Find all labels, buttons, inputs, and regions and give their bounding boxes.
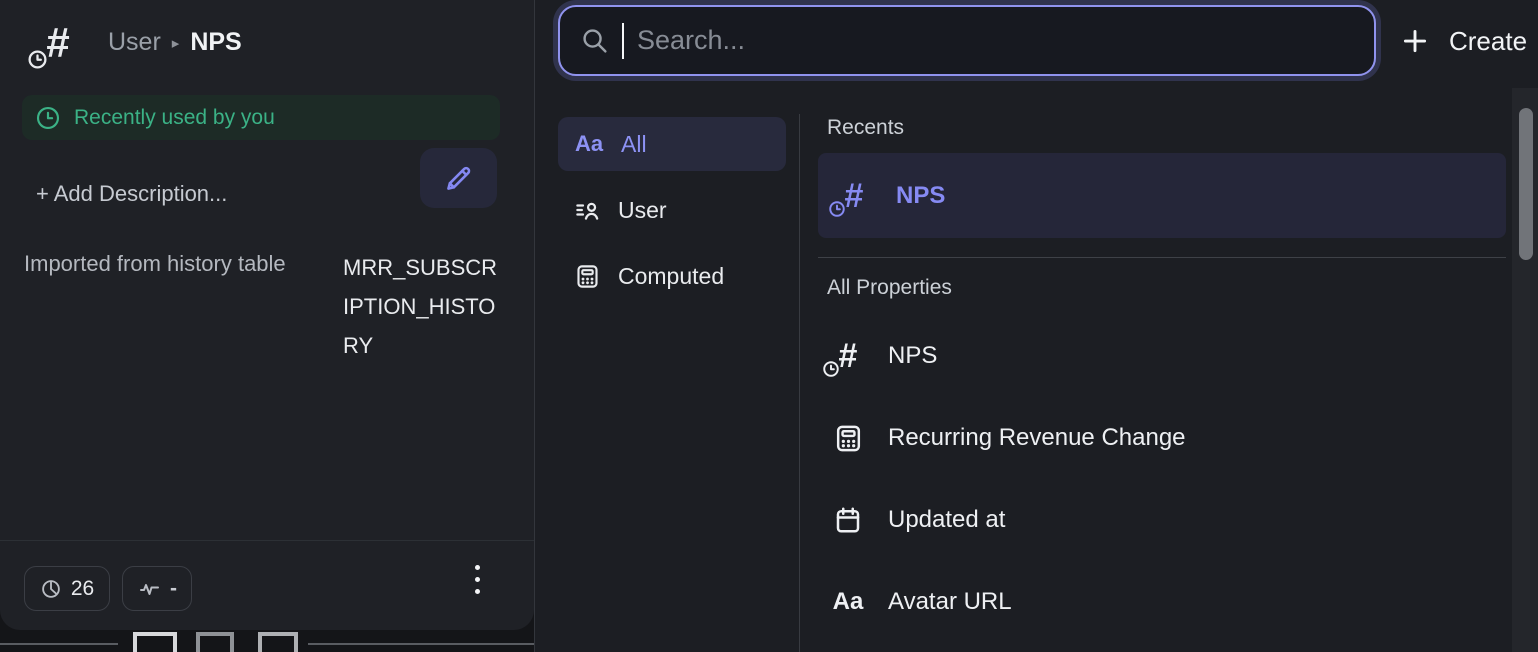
all-properties-section-header: All Properties [827,276,952,300]
background-connector-line [0,643,118,645]
background-table-node [196,632,234,652]
recently-used-badge: Recently used by you [22,95,500,140]
chart-count-button[interactable]: 26 [24,566,110,611]
dot [475,577,480,582]
property-label: Avatar URL [888,588,1012,616]
clock-icon [822,360,840,378]
property-item-updated-at[interactable]: Updated at [818,498,1506,542]
recents-section-header: Recents [827,116,904,140]
user-list-icon [574,197,601,224]
dot [475,589,480,594]
more-options-button[interactable] [467,565,487,594]
clock-icon [27,49,48,70]
search-placeholder: Search... [637,25,745,56]
search-input[interactable]: Search... [558,5,1376,76]
activity-pulse-icon [137,577,161,601]
recent-item-label: NPS [896,182,945,210]
hash-glyph: # [845,179,864,213]
property-label: NPS [888,342,937,370]
property-item-avatar-url[interactable]: Aa Avatar URL [818,580,1506,624]
property-details-panel: # User ▸ NPS Recently used by you + Add … [0,0,534,630]
text-cursor [622,23,624,59]
property-picker-modal [535,0,1538,652]
recently-used-label: Recently used by you [74,106,275,130]
app-root: # User ▸ NPS Recently used by you + Add … [0,0,1538,652]
filter-computed[interactable]: Computed [558,249,786,303]
pencil-icon [443,163,474,194]
dot [475,565,480,570]
create-label: Create [1449,26,1527,57]
calculator-icon [833,423,864,454]
imported-from-label: Imported from history table [24,251,286,277]
plus-icon [1400,26,1430,56]
filter-label: All [621,131,647,158]
numeric-property-icon: # [36,20,80,66]
hash-glyph: # [46,22,69,64]
search-icon [580,26,609,55]
filter-list: Aa All User Computed [558,117,786,303]
clock-icon [828,200,846,218]
property-item-recurring-revenue-change[interactable]: Recurring Revenue Change [818,416,1506,460]
sparkline-button[interactable]: - [122,566,192,611]
modal-column-divider [799,114,800,652]
breadcrumb-parent[interactable]: User [108,28,161,57]
number-clock-icon: # [830,337,866,375]
hash-glyph: # [839,339,858,373]
imported-from-value: MRR_SUBSCRIPTION_HISTORY [343,248,503,365]
breadcrumb-separator-icon: ▸ [172,34,180,52]
chart-count-value: 26 [71,577,94,601]
calendar-icon [833,505,863,535]
filter-user[interactable]: User [558,183,786,237]
scrollbar-track[interactable] [1512,88,1538,652]
breadcrumb-current: NPS [190,28,241,57]
background-table-node [258,632,298,652]
filter-label: Computed [618,263,724,290]
number-clock-icon: # [836,177,872,215]
property-item-nps[interactable]: # NPS [818,334,1506,378]
edit-description-button[interactable] [420,148,497,208]
text-format-icon: Aa [833,588,864,616]
section-divider [818,257,1506,258]
add-description-button[interactable]: + Add Description... [36,181,227,207]
property-label: Recurring Revenue Change [888,424,1186,452]
create-button[interactable]: Create [1400,20,1527,62]
background-connector-line [308,643,537,645]
property-label: Updated at [888,506,1005,534]
filter-label: User [618,197,667,224]
clock-icon [35,105,61,131]
panel-footer: 26 - [0,540,534,630]
pie-chart-icon [40,578,62,600]
recent-item-nps[interactable]: # NPS [818,153,1506,238]
calculator-icon [574,263,601,290]
sparkline-value: - [170,577,177,601]
filter-all[interactable]: Aa All [558,117,786,171]
background-table-node [133,632,177,652]
scrollbar-thumb[interactable] [1519,108,1533,260]
breadcrumb: User ▸ NPS [108,28,242,57]
text-format-icon: Aa [574,131,604,157]
